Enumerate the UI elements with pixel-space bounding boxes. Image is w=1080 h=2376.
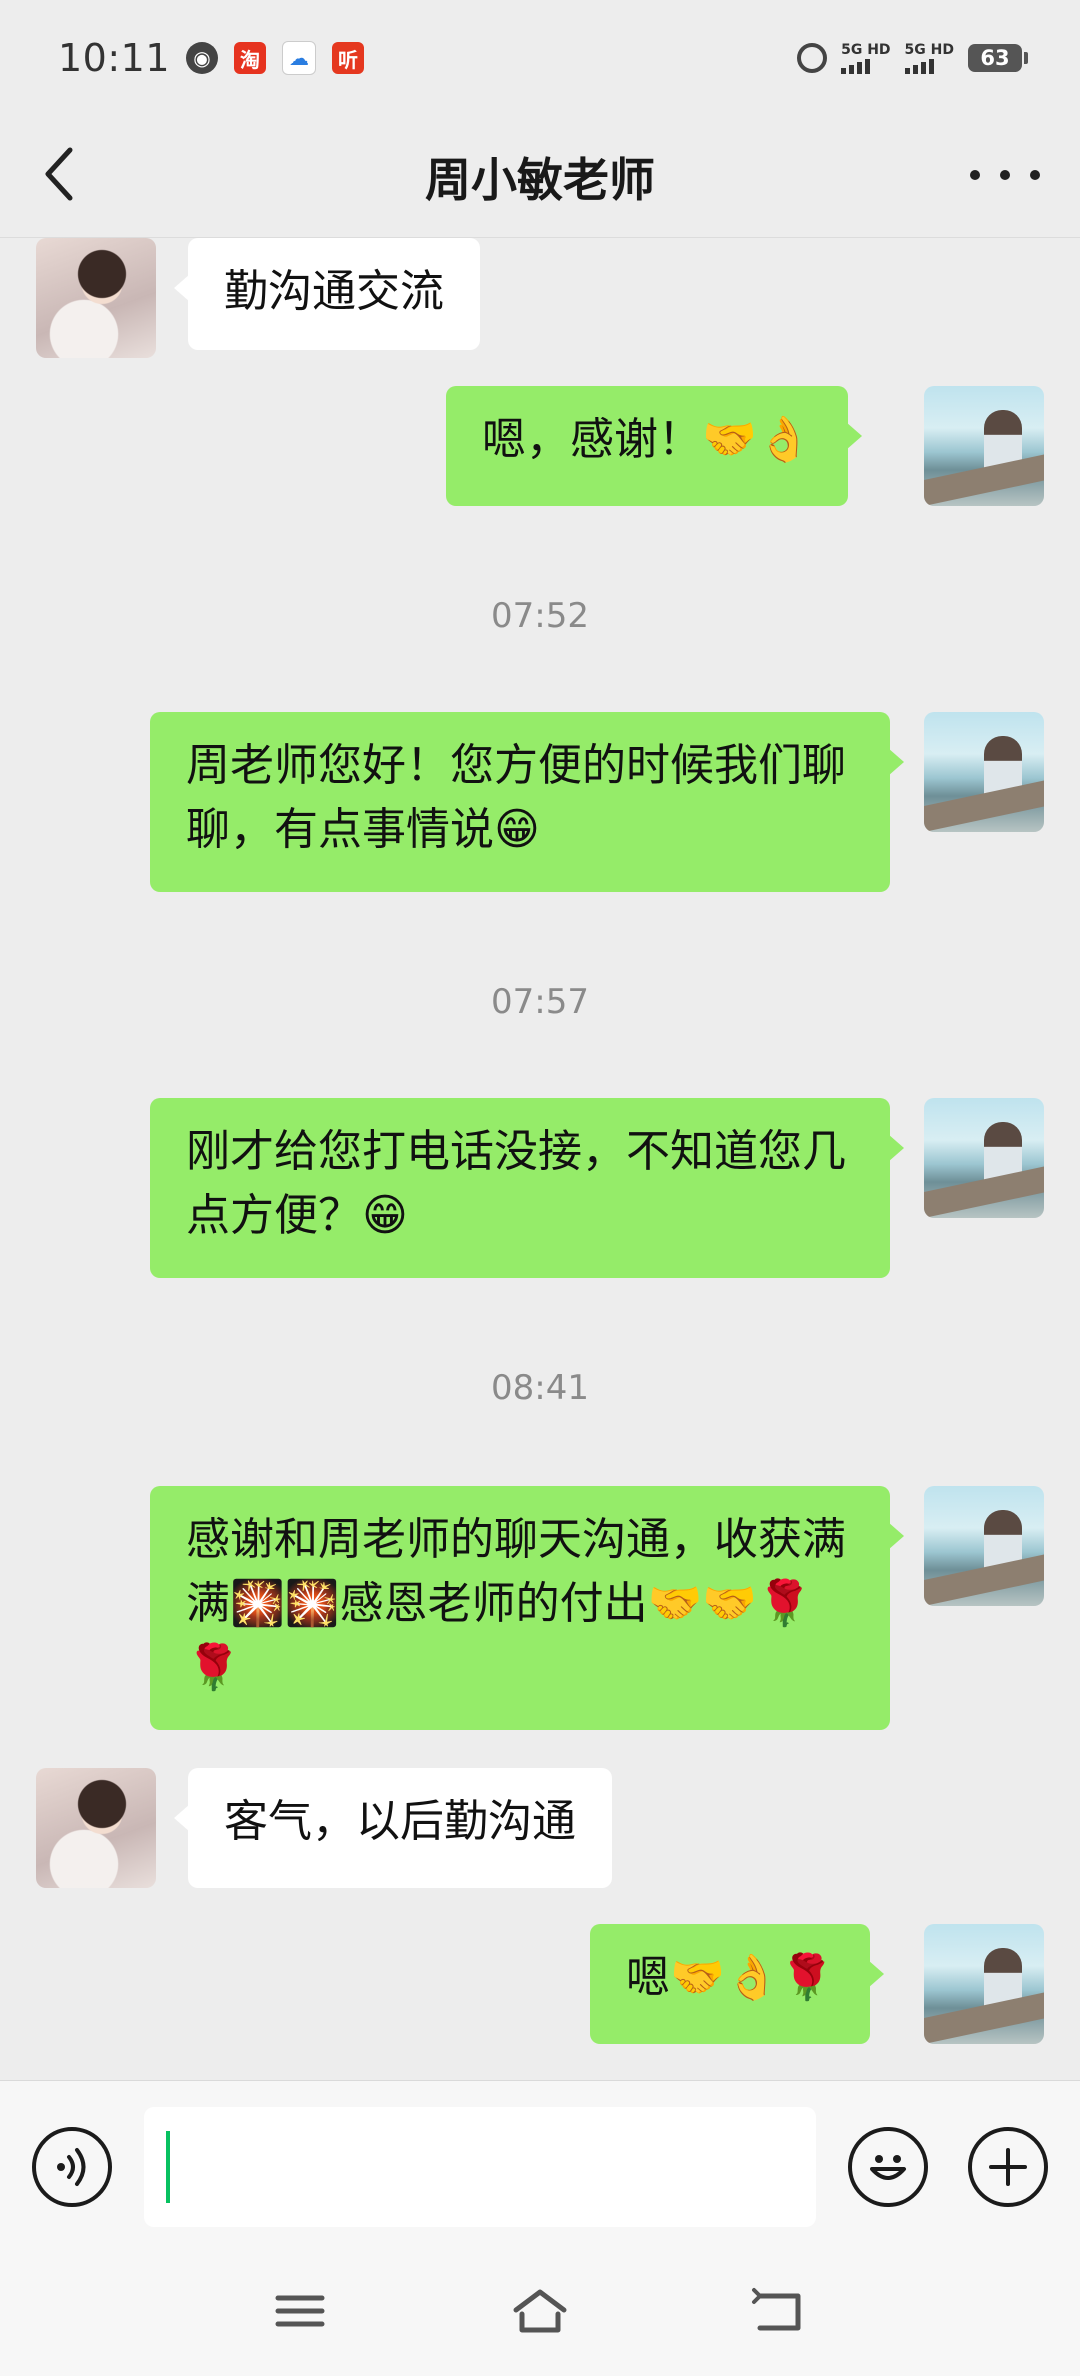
back-button[interactable] [40, 144, 80, 204]
plus-icon [989, 2148, 1027, 2186]
menu-icon [275, 2295, 325, 2327]
signal-2: 5G HD [904, 41, 954, 74]
my-avatar[interactable] [924, 1486, 1044, 1606]
message-text: 嗯🤝👌🌹 [626, 1952, 835, 2003]
nav-menu-button[interactable] [270, 2286, 330, 2336]
my-avatar[interactable] [924, 1098, 1044, 1218]
message-text: 勤沟通交流 [224, 266, 444, 317]
emoji-button[interactable] [848, 2127, 928, 2207]
taobao-icon: 淘 [234, 42, 267, 74]
message-timestamp: 07:57 [491, 982, 589, 1022]
status-bar: 10:11 ◉ 淘 ☁ 听 5G HD 5G HD 63 [0, 0, 1080, 116]
my-avatar[interactable] [924, 1924, 1044, 2044]
message-text: 客气，以后勤沟通 [224, 1796, 576, 1847]
voice-icon [57, 2148, 86, 2186]
message-text: 感谢和周老师的聊天沟通，收获满满🎇🎇感恩老师的付出🤝🤝🌹🌹 [186, 1514, 846, 1693]
home-icon [513, 2289, 567, 2333]
nav-back-button[interactable] [750, 2286, 810, 2336]
listen-icon: 听 [332, 42, 365, 74]
message-text: 嗯，感谢！🤝👌 [482, 414, 812, 465]
more-dot [970, 170, 980, 180]
message-timestamp: 07:52 [491, 596, 589, 636]
more-dot [1030, 170, 1040, 180]
plus-button[interactable] [968, 2127, 1048, 2207]
my-avatar[interactable] [924, 386, 1044, 506]
chat-title: 周小敏老师 [425, 152, 655, 207]
message-text: 刚才给您打电话没接，不知道您几点方便？😁 [186, 1126, 846, 1241]
message-bubble-outgoing[interactable]: 嗯，感谢！🤝👌 [446, 386, 862, 506]
nav-home-button[interactable] [510, 2286, 570, 2336]
chat-header: 周小敏老师 [0, 116, 1080, 238]
message-bubble-outgoing[interactable]: 周老师您好！您方便的时候我们聊聊，有点事情说😁 [150, 712, 904, 892]
back-arrow-icon [752, 2288, 801, 2331]
message-text: 周老师您好！您方便的时候我们聊聊，有点事情说😁 [186, 740, 846, 855]
status-left: 10:11 ◉ 淘 ☁ 听 [58, 36, 365, 80]
more-button[interactable] [970, 150, 1040, 200]
teacher-avatar[interactable] [36, 238, 156, 358]
system-nav-bar [0, 2250, 1080, 2376]
chevron-left-icon [45, 147, 73, 201]
alarm-icon [797, 43, 828, 73]
network-label-1: 5G HD [841, 41, 891, 58]
message-bubble-outgoing[interactable]: 感谢和周老师的聊天沟通，收获满满🎇🎇感恩老师的付出🤝🤝🌹🌹 [150, 1486, 904, 1730]
cloud-icon: ☁ [282, 41, 317, 75]
text-cursor [166, 2131, 170, 2203]
signal-bars-icon [841, 58, 871, 74]
signal-bars-icon [904, 58, 934, 74]
message-bubble-incoming[interactable]: 勤沟通交流 [174, 238, 480, 350]
input-bar [0, 2080, 1080, 2250]
globe-icon: ◉ [186, 42, 219, 74]
message-bubble-outgoing[interactable]: 刚才给您打电话没接，不知道您几点方便？😁 [150, 1098, 904, 1278]
message-bubble-outgoing[interactable]: 嗯🤝👌🌹 [590, 1924, 885, 2044]
message-input[interactable] [144, 2107, 816, 2227]
message-timestamp: 08:41 [491, 1368, 589, 1408]
network-label-2: 5G HD [904, 41, 954, 58]
message-list[interactable]: 勤沟通交流 嗯，感谢！🤝👌 07:52 周老师您好！您方便的时候我们聊聊，有点事… [0, 238, 1080, 2080]
battery-level: 63 [980, 46, 1010, 70]
status-right: 5G HD 5G HD 63 [797, 41, 1028, 74]
more-dot [1000, 170, 1010, 180]
battery-icon: 63 [968, 44, 1028, 72]
emoji-icon [870, 2155, 906, 2180]
chat-screen: 10:11 ◉ 淘 ☁ 听 5G HD 5G HD 63 周小敏老师 勤沟通交流… [0, 0, 1080, 2376]
voice-button[interactable] [32, 2127, 112, 2207]
message-bubble-incoming[interactable]: 客气，以后勤沟通 [174, 1768, 612, 1888]
signal-1: 5G HD [841, 41, 891, 74]
teacher-avatar[interactable] [36, 1768, 156, 1888]
my-avatar[interactable] [924, 712, 1044, 832]
status-time: 10:11 [58, 36, 171, 80]
